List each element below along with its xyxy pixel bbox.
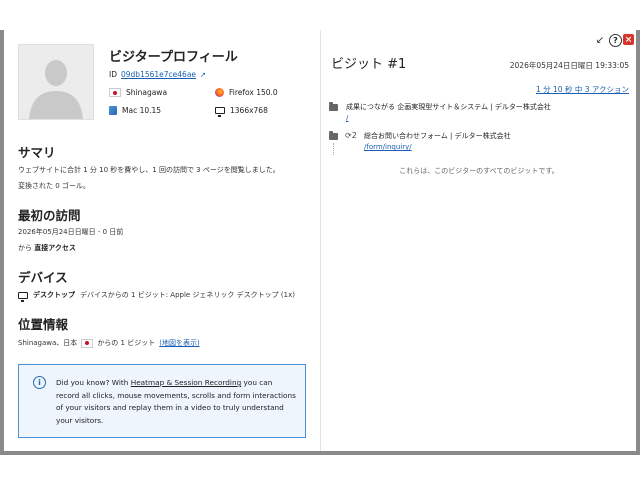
browser-text: Firefox 150.0 (229, 88, 278, 97)
browser-info: Firefox 150.0 (215, 88, 278, 97)
location-heading: 位置情報 (18, 317, 69, 332)
all-visits-note: これらは、このビジターのすべてのビジットです。 (399, 167, 559, 175)
tip-text: Did you know? With Heatmap & Session Rec… (56, 377, 296, 428)
folder-icon (329, 131, 338, 140)
japan-flag-icon (81, 338, 94, 348)
first-visit-date: 2026年05月24日日曜日 - 0 日前 (18, 228, 124, 236)
action-title: 成果につながる 企画実現型サイト＆システム | デルター株式会社 (346, 103, 551, 111)
profile-title: ビジタープロフィール (109, 50, 238, 65)
location-suffix: からの 1 ビジット (97, 339, 156, 347)
source-value: 直接アクセス (34, 244, 76, 252)
top-margin (0, 0, 640, 30)
location-text: Shinagawa (126, 88, 168, 97)
source-prefix: から (18, 244, 32, 252)
external-link-icon[interactable]: ↗ (200, 71, 206, 79)
first-visit-source-row: から 直接アクセス (18, 243, 76, 253)
os-info: Mac 10.15 (109, 106, 161, 115)
desktop-icon (18, 291, 28, 302)
avatar (18, 44, 94, 120)
refresh-count: ⟳2 (345, 131, 357, 140)
location-info: Shinagawa (109, 88, 167, 97)
resolution-info: 1366x768 (215, 106, 268, 117)
devices-heading: デバイス (18, 270, 68, 285)
folder-icon (329, 102, 338, 111)
info-icon: i (33, 376, 46, 389)
device-type: デスクトップ (33, 291, 75, 299)
timeline-connector (333, 143, 335, 155)
first-visit-heading: 最初の訪問 (18, 208, 81, 223)
japan-flag-icon (109, 88, 121, 97)
visit-heading: ビジット #1 (331, 57, 407, 72)
actions-summary-link[interactable]: 1 分 10 秒 中 3 アクション (536, 84, 629, 95)
summary-line-1: ウェブサイトに合計 1 分 10 秒を費やし、1 回の訪問で 3 ページを閲覧し… (18, 166, 280, 174)
location-prefix: Shinagawa、日本 (18, 339, 78, 347)
action-item: 成果につながる 企画実現型サイト＆システム | デルター株式会社 / (329, 102, 629, 132)
monitor-icon (215, 107, 225, 117)
tip-intro: Did you know? With (56, 378, 129, 387)
action-url-link[interactable]: / (346, 114, 348, 122)
show-map-link[interactable]: (地図を表示) (159, 338, 199, 348)
device-row: デスクトップ デバイスからの 1 ビジット: Apple ジェネリック デスクト… (18, 290, 295, 302)
action-item: ⟳2 総合お問い合わせフォーム | デルター株式会社 /form/inquiry… (329, 131, 629, 161)
summary-heading: サマリ (18, 145, 56, 160)
mac-os-icon (109, 106, 117, 115)
device-text: デバイスからの 1 ビジット: Apple ジェネリック デスクトップ (1x) (80, 291, 295, 299)
resolution-text: 1366x768 (230, 106, 268, 115)
firefox-icon (215, 88, 224, 97)
action-url-link[interactable]: /form/inquiry/ (364, 143, 412, 151)
heatmap-link[interactable]: Heatmap & Session Recording (131, 378, 242, 387)
location-row: Shinagawa、日本 からの 1 ビジット (地図を表示) (18, 338, 200, 348)
visitor-id-label: ID (109, 70, 117, 79)
visitor-profile-pane: ビジタープロフィール ID 09db1561e7ce46ae ↗ Shinaga… (4, 30, 320, 451)
refresh-icon: ⟳ (345, 131, 352, 140)
visitor-id-row: ID 09db1561e7ce46ae ↗ (109, 70, 206, 79)
visitor-id-link[interactable]: 09db1561e7ce46ae (121, 70, 196, 79)
visit-pane: ビジット #1 2026年05月24日日曜日 19:33:05 1 分 10 秒… (320, 30, 637, 451)
tip-box: i Did you know? With Heatmap & Session R… (18, 364, 306, 438)
refresh-count-value: 2 (351, 131, 357, 140)
bottom-margin (0, 455, 640, 480)
os-text: Mac 10.15 (122, 106, 162, 115)
person-silhouette-icon (19, 45, 93, 119)
visit-datetime: 2026年05月24日日曜日 19:33:05 (509, 61, 629, 70)
summary-line-2: 変換された 0 ゴール。 (18, 182, 90, 190)
action-title: 総合お問い合わせフォーム | デルター株式会社 (364, 132, 511, 140)
